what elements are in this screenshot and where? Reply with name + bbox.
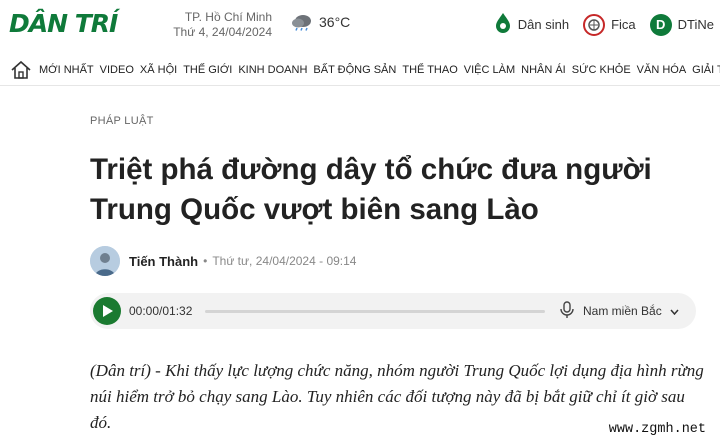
nav-item-giai-tri[interactable]: GIẢI TRÍ (692, 64, 720, 76)
nav-item-video[interactable]: VIDEO (100, 64, 134, 76)
fica-icon (583, 13, 606, 36)
nav-item-viec-lam[interactable]: VIỆC LÀM (464, 64, 515, 76)
dtine-icon: D (649, 13, 672, 36)
weather-widget: 36°C (291, 13, 350, 31)
cloud-rain-icon (291, 13, 313, 31)
audio-time: 00:00/01:32 (129, 304, 193, 318)
voice-label: Nam miền Bắc (583, 304, 662, 318)
article-title: Triệt phá đường dây tổ chức đưa người Tr… (90, 153, 652, 226)
nav-item-the-gioi[interactable]: THẾ GIỚI (183, 64, 232, 76)
link-dan-sinh[interactable]: Dân sinh (494, 12, 569, 37)
byline-separator: • (203, 254, 208, 268)
nav-item-suc-khoe[interactable]: SỨC KHỎE (572, 64, 631, 76)
location-text: TP. Hồ Chí Minh (184, 10, 272, 24)
byline: Tiến Thành • Thứ tư, 24/04/2024 - 09:14 (90, 246, 356, 276)
nav-item-nhan-ai[interactable]: NHÂN ÁI (521, 64, 566, 76)
nav-item-kinh-doanh[interactable]: KINH DOANH (238, 64, 307, 76)
nav-item-moi-nhat[interactable]: MỚI NHẤT (39, 64, 94, 76)
link-dtine[interactable]: D DTiNe (649, 13, 714, 36)
location-date: TP. Hồ Chí Minh Thứ 4, 24/04/2024 (164, 10, 272, 40)
nav-item-bat-dong-san[interactable]: BẤT ĐỘNG SẢN (313, 64, 396, 76)
header-links: Dân sinh Fica D DTiNe (494, 12, 714, 37)
nav-items: MỚI NHẤT VIDEO XÃ HỘI THẾ GIỚI KINH DOAN… (39, 64, 720, 76)
top-header: DÂN TRÍ TP. Hồ Chí Minh Thứ 4, 24/04/202… (0, 0, 720, 52)
voice-selector[interactable]: Nam miền Bắc (559, 300, 679, 322)
nav-item-the-thao[interactable]: THỂ THAO (402, 64, 457, 76)
danh-sinh-icon (494, 12, 512, 37)
chevron-down-icon (670, 304, 679, 318)
audio-progress-track[interactable] (205, 309, 545, 313)
fica-label: Fica (611, 17, 636, 32)
play-button[interactable] (93, 297, 121, 325)
dtine-label: DTiNe (677, 17, 714, 32)
dantri-logo[interactable]: DÂN TRÍ (9, 9, 118, 38)
author-name[interactable]: Tiến Thành (129, 254, 198, 269)
temperature: 36°C (319, 14, 351, 30)
home-icon[interactable] (10, 60, 32, 80)
nav-item-van-hoa[interactable]: VĂN HÓA (637, 64, 687, 76)
audio-player: 00:00/01:32 Nam miền Bắc (90, 293, 696, 329)
article-category[interactable]: PHÁP LUẬT (90, 115, 154, 127)
publish-time: Thứ tư, 24/04/2024 - 09:14 (212, 254, 357, 268)
watermark: www.zgmh.net (604, 422, 710, 437)
author-avatar[interactable] (90, 246, 120, 276)
microphone-icon (559, 300, 575, 322)
dan-sinh-label: Dân sinh (517, 17, 570, 32)
nav-item-xa-hoi[interactable]: XÃ HỘI (140, 64, 177, 76)
date-text: Thứ 4, 24/04/2024 (173, 25, 272, 39)
main-nav: MỚI NHẤT VIDEO XÃ HỘI THẾ GIỚI KINH DOAN… (0, 54, 720, 86)
link-fica[interactable]: Fica (583, 13, 636, 36)
